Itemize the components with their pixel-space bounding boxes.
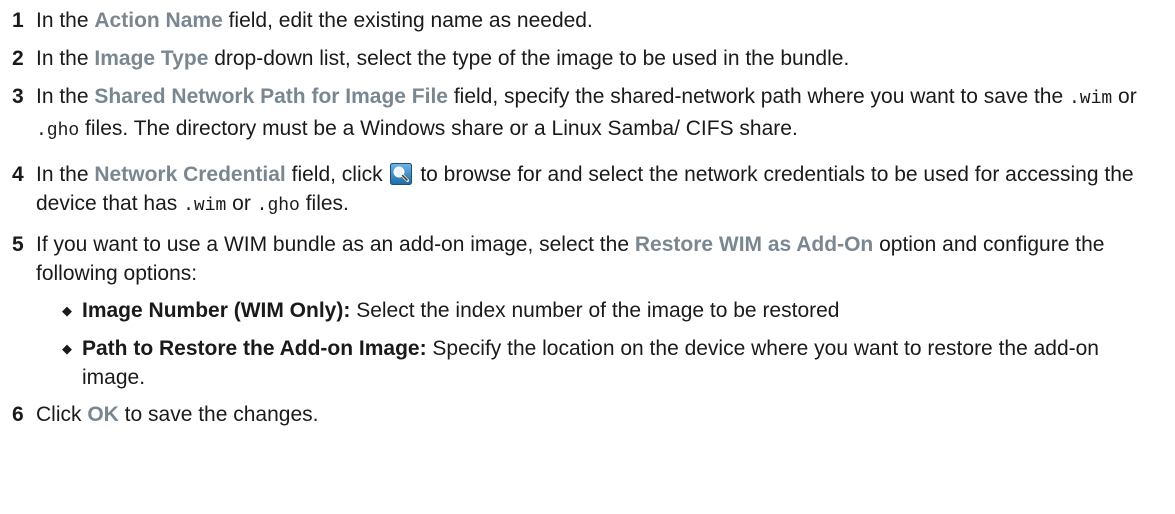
bullet-text: Path to Restore the Add-on Image: Specif…	[82, 334, 1162, 392]
procedure-steps: 1 In the Action Name field, edit the exi…	[12, 6, 1162, 429]
step-text: In the Shared Network Path for Image Fil…	[36, 82, 1162, 146]
ui-term-shared-network-path: Shared Network Path for Image File	[94, 85, 448, 108]
step-number: 1	[12, 9, 24, 32]
step-3: 3 In the Shared Network Path for Image F…	[12, 82, 1162, 146]
ui-term-restore-wim-addon: Restore WIM as Add-On	[634, 233, 874, 256]
code-wim: .wim	[1069, 89, 1113, 109]
step-text-or: or	[226, 192, 257, 215]
step-4: 4 In the Network Credential field, click…	[12, 160, 1162, 221]
step-text-or: or	[1112, 85, 1137, 108]
step-text-pre: In the	[36, 163, 95, 186]
bullet-desc: Select the index number of the image to …	[350, 299, 840, 322]
search-icon	[390, 163, 413, 185]
step-text-post: field, edit the existing name as needed.	[222, 9, 593, 32]
step-number: 3	[12, 85, 24, 108]
step-text: If you want to use a WIM bundle as an ad…	[36, 230, 1162, 392]
code-wim: .wim	[183, 196, 227, 216]
step-text-pre: If you want to use a WIM bundle as an ad…	[36, 233, 635, 256]
step-6: 6 Click OK to save the changes.	[12, 400, 1162, 429]
bullet-term: Image Number (WIM Only):	[82, 299, 351, 322]
step-text-mid: field, specify the shared-network path w…	[447, 85, 1069, 108]
step-5: 5 If you want to use a WIM bundle as an …	[12, 230, 1162, 392]
step-text-post: to save the changes.	[118, 403, 319, 426]
step-text-post: drop-down list, select the type of the i…	[208, 47, 850, 70]
step-2: 2 In the Image Type drop-down list, sele…	[12, 44, 1162, 73]
list-item: ◆ Image Number (WIM Only): Select the in…	[60, 296, 1162, 325]
step-text: In the Action Name field, edit the exist…	[36, 6, 1162, 35]
bullet-text: Image Number (WIM Only): Select the inde…	[82, 296, 839, 325]
step-text-pre: In the	[36, 85, 95, 108]
code-gho: .gho	[36, 121, 80, 141]
step-number: 5	[12, 233, 24, 256]
step-text-pre: In the	[36, 47, 95, 70]
list-item: ◆ Path to Restore the Add-on Image: Spec…	[60, 334, 1162, 392]
bullet-term: Path to Restore the Add-on Image:	[82, 337, 427, 360]
step-number: 2	[12, 47, 24, 70]
step-text-pre: Click	[36, 403, 88, 426]
step-text: Click OK to save the changes.	[36, 400, 1162, 429]
options-list: ◆ Image Number (WIM Only): Select the in…	[36, 296, 1162, 392]
ui-term-network-credential: Network Credential	[94, 163, 286, 186]
ui-term-image-type: Image Type	[94, 47, 209, 70]
step-text: In the Image Type drop-down list, select…	[36, 44, 1162, 73]
step-text-mid: field, click	[285, 163, 389, 186]
step-text: In the Network Credential field, click t…	[36, 160, 1162, 221]
step-number: 4	[12, 163, 24, 186]
diamond-bullet-icon: ◆	[62, 303, 72, 318]
ui-term-action-name: Action Name	[94, 9, 223, 32]
code-gho: .gho	[256, 196, 300, 216]
step-text-pre: In the	[36, 9, 95, 32]
diamond-bullet-icon: ◆	[62, 341, 72, 356]
step-text-post: files. The directory must be a Windows s…	[79, 117, 798, 140]
step-1: 1 In the Action Name field, edit the exi…	[12, 6, 1162, 35]
ui-term-ok: OK	[87, 403, 119, 426]
step-number: 6	[12, 403, 24, 426]
step-text-post: files.	[299, 192, 349, 215]
